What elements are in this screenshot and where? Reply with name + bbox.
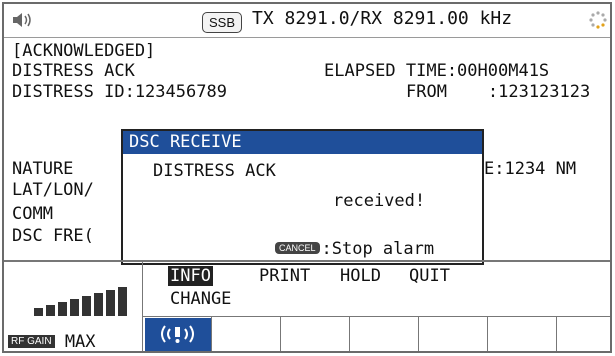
header-bar: SSB TX 8291.0/RX 8291.00 kHz: [4, 4, 610, 37]
menu-info[interactable]: INFO: [168, 266, 213, 286]
popup-title: DSC RECEIVE: [123, 131, 482, 154]
stop-alarm-text: :Stop alarm: [321, 239, 435, 259]
bottom-divider: [4, 260, 610, 262]
header-divider: [4, 37, 610, 38]
panel-separator: [142, 262, 143, 351]
rf-gain-key: RF GAIN: [8, 335, 55, 348]
speaker-icon: [13, 13, 31, 27]
dsc-alarm-button[interactable]: [145, 318, 211, 351]
nature-label: NATURE: [12, 159, 74, 179]
signal-bars-icon: [34, 287, 127, 316]
softkey-sep: [349, 316, 350, 351]
menu-change[interactable]: CHANGE: [170, 289, 231, 309]
softkey-sep: [418, 316, 419, 351]
menu-hold[interactable]: HOLD: [340, 266, 381, 286]
softkey-sep: [280, 316, 281, 351]
popup-received: received!: [333, 191, 426, 211]
menu-print[interactable]: PRINT: [259, 266, 310, 286]
dsc-freq-label: DSC FRE(: [12, 226, 94, 246]
from-id: FROM :123123123: [406, 82, 591, 102]
latlon-label: LAT/LON/: [12, 180, 94, 200]
distress-ack-label: DISTRESS ACK: [12, 61, 135, 81]
comm-label: COMM: [12, 204, 53, 224]
elapsed-time: ELAPSED TIME:00H00M41S: [324, 61, 550, 81]
softkey-grid-line: [142, 316, 610, 317]
popup-message: DISTRESS ACK: [153, 161, 276, 181]
softkey-sep: [487, 316, 488, 351]
mode-badge: SSB: [202, 12, 243, 33]
softkey-sep: [211, 316, 212, 351]
screen-frame: SSB TX 8291.0/RX 8291.00 kHz [ACKNOWLEDG…: [2, 2, 612, 353]
dsc-alarm-icon: [161, 325, 194, 343]
ack-status: [ACKNOWLEDGED]: [12, 41, 156, 61]
rf-gain-readout: RF GAIN MAX: [8, 332, 96, 352]
rf-gain-value: MAX: [64, 332, 96, 352]
busy-spinner-icon: [589, 11, 607, 29]
softkey-sep: [556, 316, 557, 351]
stop-alarm-hint[interactable]: CANCEL:Stop alarm: [275, 239, 434, 259]
distress-id: DISTRESS ID:123456789: [12, 82, 227, 102]
frequency-readout: TX 8291.0/RX 8291.00 kHz: [252, 8, 513, 29]
cancel-key: CANCEL: [275, 242, 320, 254]
menu-quit[interactable]: QUIT: [409, 266, 450, 286]
dsc-receive-popup: DSC RECEIVE DISTRESS ACK received! CANCE…: [121, 129, 484, 265]
distance-value: E:1234 NM: [484, 159, 577, 179]
